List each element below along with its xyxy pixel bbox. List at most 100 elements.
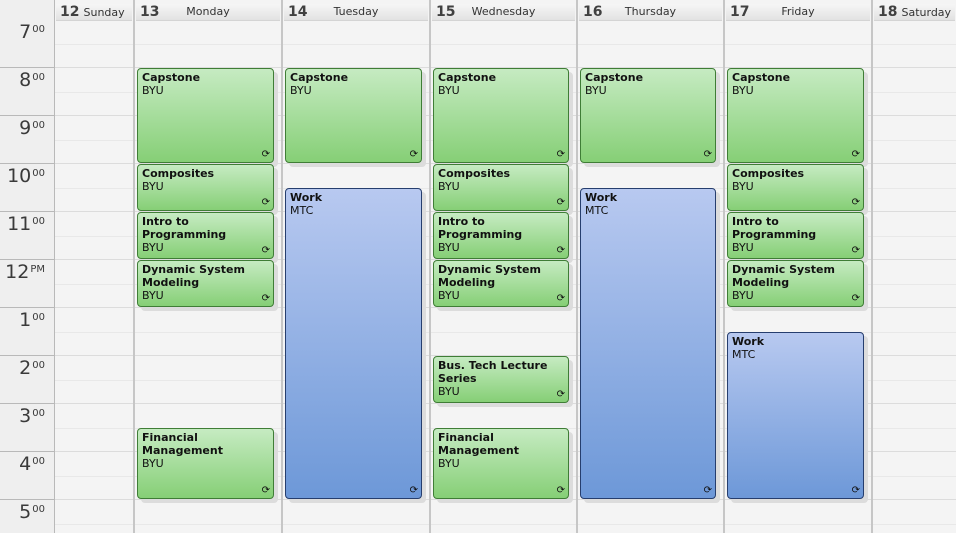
calendar-event[interactable]: Composites BYU ⟳ bbox=[727, 164, 864, 211]
calendar-event[interactable]: Capstone BYU ⟳ bbox=[433, 68, 569, 163]
calendar-event[interactable]: Capstone BYU ⟳ bbox=[285, 68, 422, 163]
calendar-event[interactable]: Dynamic System Modeling BYU ⟳ bbox=[727, 260, 864, 307]
time-slot-line bbox=[578, 499, 723, 500]
day-name: Friday bbox=[781, 5, 815, 18]
event-title: Work bbox=[732, 335, 765, 348]
time-slot-line bbox=[283, 524, 429, 525]
time-slot-line bbox=[431, 403, 576, 404]
day-header-saturday[interactable]: 18 Saturday bbox=[874, 4, 955, 21]
hour-label: 1000 bbox=[0, 166, 45, 186]
time-slot-line bbox=[873, 163, 956, 164]
hour-suffix: 00 bbox=[32, 504, 45, 515]
event-title: Dynamic System Modeling bbox=[732, 263, 835, 289]
time-slot-line bbox=[873, 499, 956, 500]
time-slot-line bbox=[135, 524, 281, 525]
calendar-event[interactable]: Work MTC ⟳ bbox=[727, 332, 864, 499]
event-location: MTC bbox=[290, 204, 314, 217]
hour-number: 9 bbox=[19, 117, 32, 139]
event-location: BYU bbox=[438, 289, 460, 302]
time-slot-line bbox=[55, 476, 133, 477]
event-location: BYU bbox=[438, 457, 460, 470]
event-location: BYU bbox=[732, 180, 754, 193]
time-slot-line bbox=[873, 236, 956, 237]
time-slot-line bbox=[578, 44, 723, 45]
hour-suffix: 00 bbox=[32, 312, 45, 323]
time-slot-line bbox=[873, 211, 956, 212]
time-slot-line bbox=[725, 307, 871, 308]
hour-label: 300 bbox=[0, 406, 45, 426]
event-title: Capstone bbox=[290, 71, 349, 84]
day-header-friday[interactable]: 17 Friday bbox=[726, 4, 870, 21]
time-slot-line bbox=[55, 499, 133, 500]
time-slot-line bbox=[431, 499, 576, 500]
event-location: BYU bbox=[142, 84, 164, 97]
week-calendar: 700 800 900 1000 1100 12PM 100 200 300 400 500 12 S… bbox=[0, 0, 956, 533]
event-location: BYU bbox=[142, 457, 164, 470]
time-slot-line bbox=[431, 44, 576, 45]
hour-label: 400 bbox=[0, 454, 45, 474]
hour-label: 12PM bbox=[0, 262, 45, 282]
event-title: Work bbox=[585, 191, 618, 204]
time-slot-line bbox=[135, 355, 281, 356]
hour-divider bbox=[0, 259, 54, 260]
day-header-wednesday[interactable]: 15 Wednesday bbox=[432, 4, 575, 21]
time-slot-line bbox=[55, 524, 133, 525]
day-header-thursday[interactable]: 16 Thursday bbox=[579, 4, 722, 21]
event-location: BYU bbox=[732, 241, 754, 254]
time-slot-line bbox=[873, 115, 956, 116]
event-title: Dynamic System Modeling bbox=[142, 263, 245, 289]
calendar-event[interactable]: Capstone BYU ⟳ bbox=[580, 68, 716, 163]
time-slot-line bbox=[55, 284, 133, 285]
calendar-event[interactable]: Capstone BYU ⟳ bbox=[137, 68, 274, 163]
day-name: Tuesday bbox=[333, 5, 379, 18]
time-slot-line bbox=[55, 115, 133, 116]
calendar-event[interactable]: Dynamic System Modeling BYU ⟳ bbox=[433, 260, 569, 307]
recurrence-icon: ⟳ bbox=[556, 389, 565, 400]
hour-number: 7 bbox=[19, 21, 32, 43]
hour-label: 500 bbox=[0, 502, 45, 522]
hour-divider bbox=[0, 211, 54, 212]
hour-divider bbox=[0, 115, 54, 116]
time-slot-line bbox=[55, 188, 133, 189]
day-column-saturday[interactable]: 18 Saturday bbox=[873, 0, 956, 533]
time-slot-line bbox=[725, 524, 871, 525]
time-slot-line bbox=[55, 140, 133, 141]
event-location: BYU bbox=[732, 84, 754, 97]
calendar-event[interactable]: Financial Management BYU ⟳ bbox=[137, 428, 274, 499]
time-slot-line bbox=[55, 44, 133, 45]
calendar-event[interactable]: Intro to Programming BYU ⟳ bbox=[137, 212, 274, 259]
time-slot-line bbox=[283, 163, 429, 164]
hour-suffix: 00 bbox=[32, 216, 45, 227]
calendar-event[interactable]: Work MTC ⟳ bbox=[285, 188, 422, 499]
calendar-event[interactable]: Intro to Programming BYU ⟳ bbox=[433, 212, 569, 259]
event-location: MTC bbox=[732, 348, 756, 361]
calendar-event[interactable]: Bus. Tech Lecture Series BYU ⟳ bbox=[433, 356, 569, 403]
time-slot-line bbox=[55, 67, 133, 68]
time-slot-line bbox=[135, 44, 281, 45]
calendar-event[interactable]: Composites BYU ⟳ bbox=[137, 164, 274, 211]
time-slot-line bbox=[55, 380, 133, 381]
time-slot-line bbox=[725, 499, 871, 500]
event-title: Capstone bbox=[585, 71, 644, 84]
time-slot-line bbox=[873, 380, 956, 381]
calendar-event[interactable]: Intro to Programming BYU ⟳ bbox=[727, 212, 864, 259]
calendar-event[interactable]: Work MTC ⟳ bbox=[580, 188, 716, 499]
recurrence-icon: ⟳ bbox=[261, 245, 270, 256]
time-slot-line bbox=[55, 451, 133, 452]
calendar-event[interactable]: Capstone BYU ⟳ bbox=[727, 68, 864, 163]
event-location: BYU bbox=[142, 241, 164, 254]
time-slot-line bbox=[578, 524, 723, 525]
calendar-event[interactable]: Dynamic System Modeling BYU ⟳ bbox=[137, 260, 274, 307]
event-title: Intro to Programming bbox=[438, 215, 523, 241]
calendar-event[interactable]: Composites BYU ⟳ bbox=[433, 164, 569, 211]
event-location: BYU bbox=[142, 289, 164, 302]
hour-suffix: 00 bbox=[32, 24, 45, 35]
day-header-monday[interactable]: 13 Monday bbox=[136, 4, 280, 21]
day-column-sunday[interactable]: 12 Sunday bbox=[55, 0, 133, 533]
day-header-tuesday[interactable]: 14 Tuesday bbox=[284, 4, 428, 21]
recurrence-icon: ⟳ bbox=[851, 245, 860, 256]
day-name: Saturday bbox=[901, 6, 952, 19]
day-header-sunday[interactable]: 12 Sunday bbox=[56, 4, 132, 21]
calendar-event[interactable]: Financial Management BYU ⟳ bbox=[433, 428, 569, 499]
time-slot-line bbox=[55, 428, 133, 429]
